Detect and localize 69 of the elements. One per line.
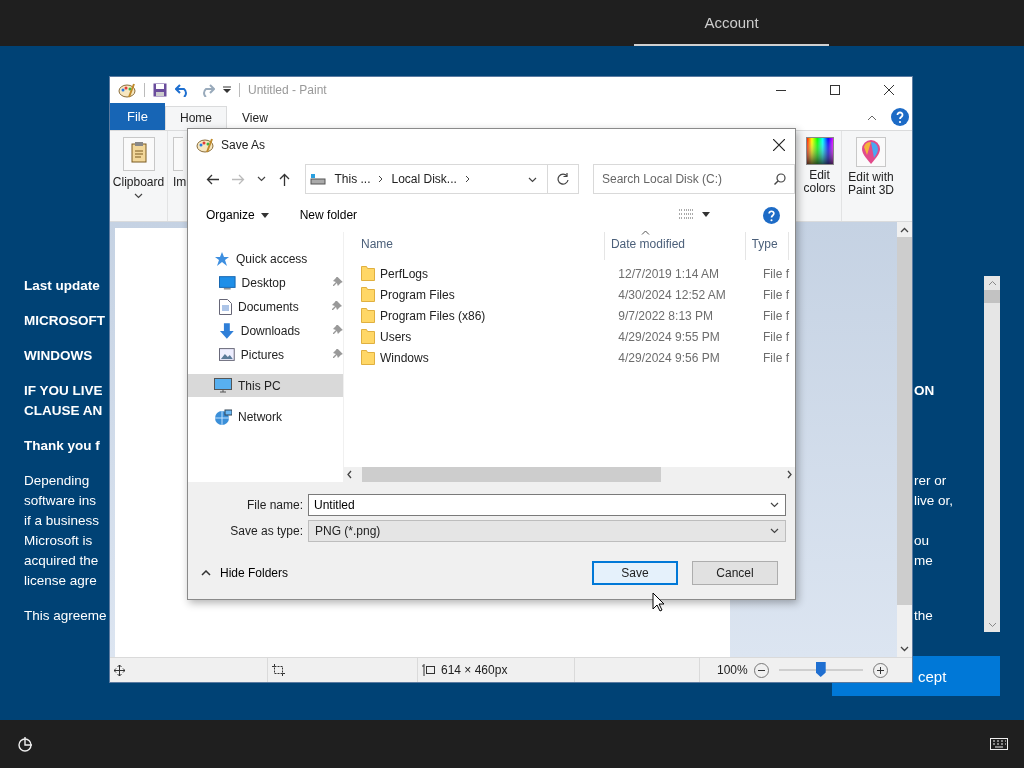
- file-row-name[interactable]: Users: [361, 329, 613, 344]
- file-row-name[interactable]: PerfLogs: [361, 266, 613, 281]
- license-text: the: [913, 607, 933, 625]
- table-cell: File f: [763, 308, 789, 323]
- file-name-field[interactable]: Untitled: [308, 494, 786, 516]
- dialog-title: Save As: [221, 137, 267, 152]
- file-menu-tab[interactable]: File: [110, 103, 165, 130]
- ribbon-button[interactable]: Edit with Paint 3D: [842, 131, 900, 221]
- license-text: ON: [913, 382, 935, 400]
- license-text: rer or: [913, 472, 947, 490]
- license-text: Depending: [24, 472, 90, 490]
- ribbon-tab[interactable]: View: [227, 106, 283, 130]
- table-cell: File f: [763, 350, 789, 365]
- table-cell: File f: [763, 287, 789, 302]
- field-label: File name:: [245, 498, 304, 512]
- license-text: IF YOU LIVE: [24, 382, 103, 400]
- license-text: me: [913, 552, 933, 570]
- window-title: Untitled - Paint: [248, 83, 328, 97]
- license-text: This agreeme: [24, 607, 107, 625]
- navigation-item[interactable]: Desktop: [188, 271, 343, 294]
- file-row-name[interactable]: Windows: [361, 350, 613, 365]
- navigation-item[interactable]: Pictures: [188, 343, 343, 366]
- table-cell-text: 4/29/2024 9:55 PM: [618, 329, 721, 344]
- navigation-item[interactable]: This PC: [188, 374, 343, 397]
- navigation-item[interactable]: Quick access: [188, 247, 343, 270]
- breadcrumb[interactable]: This ...: [334, 172, 371, 186]
- navigation-item[interactable]: Documents: [188, 295, 343, 318]
- ribbon-group-label[interactable]: Clipboard: [112, 175, 165, 189]
- license-text: Microsoft is: [24, 532, 93, 550]
- license-text: MICROSOFT: [24, 312, 105, 330]
- table-cell: File f: [763, 266, 789, 281]
- ribbon-tab[interactable]: Home: [165, 106, 227, 130]
- license-text: ou: [913, 532, 930, 550]
- table-cell-text: 9/7/2022 8:13 PM: [618, 308, 715, 323]
- organize-menu[interactable]: Organize: [206, 208, 269, 222]
- table-cell-text: 4/30/2024 12:52 AM: [618, 287, 727, 302]
- license-text: CLAUSE AN: [24, 402, 103, 420]
- new-folder-button[interactable]: New folder: [299, 208, 358, 222]
- file-row-name[interactable]: Program Files: [361, 287, 613, 302]
- table-cell-text: 4/29/2024 9:56 PM: [618, 350, 721, 365]
- ribbon-group-label[interactable]: Im: [173, 175, 187, 189]
- file-type-dropdown[interactable]: PNG (*.png): [308, 520, 786, 542]
- breadcrumb[interactable]: Local Disk...: [391, 172, 457, 186]
- file-row-name[interactable]: Program Files (x86): [361, 308, 613, 323]
- column-header[interactable]: Name: [361, 232, 605, 260]
- field-label: Save as type:: [229, 524, 304, 538]
- license-text: software ins: [24, 492, 97, 510]
- license-text: license agre: [24, 572, 97, 590]
- image-size-text: 614 × 460px: [441, 663, 508, 677]
- column-header[interactable]: Date modified: [610, 232, 746, 260]
- save-button[interactable]: Save: [592, 561, 678, 585]
- column-header[interactable]: Type: [751, 232, 789, 260]
- cancel-button[interactable]: Cancel: [692, 561, 778, 585]
- navigation-item[interactable]: Network: [188, 405, 343, 428]
- search-field[interactable]: Search Local Disk (C:): [593, 164, 795, 194]
- license-text: acquired the: [24, 552, 99, 570]
- license-text: Thank you f: [24, 437, 100, 455]
- navigation-item[interactable]: Downloads: [188, 319, 343, 342]
- ribbon-button[interactable]: Edit colors: [798, 131, 842, 221]
- license-text: if a business: [24, 512, 100, 530]
- accept-button[interactable]: cept: [912, 656, 1000, 696]
- license-text: live or,: [913, 492, 954, 510]
- license-text: WINDOWS: [24, 347, 93, 365]
- table-cell: File f: [763, 329, 789, 344]
- table-cell-text: 12/7/2019 1:14 AM: [618, 266, 721, 281]
- address-bar[interactable]: This ... Local Disk...: [305, 164, 549, 194]
- license-text: Last update: [24, 277, 100, 295]
- hide-folders-button[interactable]: Hide Folders: [201, 566, 289, 580]
- zoom-level-text: 100%: [717, 663, 748, 677]
